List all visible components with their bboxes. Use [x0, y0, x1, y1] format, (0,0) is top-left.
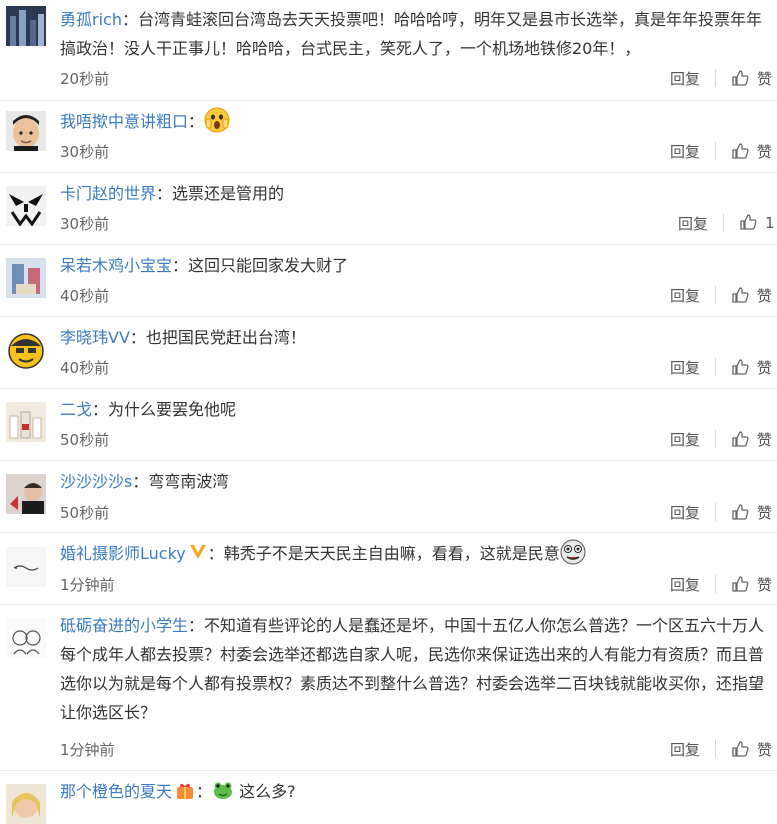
- divider: [723, 214, 724, 232]
- comment-text: 沙沙沙沙s：弯弯南波湾: [60, 472, 229, 491]
- divider: [715, 286, 716, 304]
- thumbs-up-icon: [732, 359, 749, 375]
- username-link[interactable]: 卡门赵的世界: [60, 184, 156, 203]
- avatar[interactable]: [6, 186, 46, 226]
- comment-text: 勇孤rich：台湾青蛙滚回台湾岛去天天投票吧！哈哈哈哼，明年又是县市长选举，真是…: [60, 10, 762, 58]
- reply-button[interactable]: 回复: [670, 141, 700, 162]
- divider: [715, 503, 716, 521]
- vip-v-badge: [189, 545, 206, 559]
- comment-text: 我唔揿中意讲粗口：: [60, 107, 771, 136]
- reply-button[interactable]: 回复: [670, 502, 700, 523]
- comment-item: 砥砺奋进的小学生：不知道有些评论的人是蠢还是坏，中国十五亿人你怎么普选？一个区五…: [0, 604, 777, 771]
- comment-body: 这么多?: [239, 782, 296, 801]
- reply-button[interactable]: 回复: [670, 68, 700, 89]
- comment-text: 婚礼摄影师Lucky ：韩秃子不是天天民主自由嘛，看看，这就是民意: [60, 539, 771, 568]
- gift-badge: [177, 783, 194, 799]
- frog-emoji: [214, 782, 233, 799]
- username-link[interactable]: 我唔揿中意讲粗口: [60, 112, 188, 131]
- username-link[interactable]: 二戈: [60, 400, 92, 419]
- like-button[interactable]: 赞: [731, 141, 772, 162]
- timestamp: 30秒前: [60, 215, 110, 233]
- divider: [715, 142, 716, 160]
- comment-body: 台湾青蛙滚回台湾岛去天天投票吧！哈哈哈哼，明年又是县市长选举，真是年年投票年年搞…: [60, 10, 762, 58]
- avatar[interactable]: [6, 618, 46, 658]
- thumbs-up-icon: [732, 504, 749, 520]
- like-button[interactable]: 赞: [731, 285, 772, 306]
- comment-body: 选票还是管用的: [172, 184, 285, 203]
- thumbs-up-icon: [732, 287, 749, 303]
- reply-button[interactable]: 回复: [678, 213, 708, 234]
- avatar[interactable]: [6, 111, 46, 151]
- avatar[interactable]: [6, 784, 46, 824]
- avatar[interactable]: [6, 547, 46, 587]
- username-link[interactable]: 那个橙色的夏天: [60, 782, 172, 801]
- avatar[interactable]: [6, 402, 46, 442]
- timestamp: 50秒前: [60, 431, 110, 449]
- thumbs-up-icon: [732, 741, 749, 757]
- comment-body: 韩秃子不是天天民主自由嘛，看看，这就是民意: [223, 544, 560, 563]
- comment-body: 为什么要罢免他呢: [108, 400, 237, 419]
- username-link[interactable]: 沙沙沙沙s: [60, 472, 132, 491]
- divider: [715, 740, 716, 758]
- reply-button[interactable]: 回复: [670, 574, 700, 595]
- like-button[interactable]: 赞: [731, 357, 772, 378]
- comment-text: 呆若木鸡小宝宝：这回只能回家发大财了: [60, 256, 349, 275]
- comment-text: 那个橙色的夏天： 这么多?: [60, 777, 771, 806]
- reply-button[interactable]: 回复: [670, 429, 700, 450]
- timestamp: 30秒前: [60, 143, 110, 161]
- avatar[interactable]: [6, 6, 46, 46]
- comment-text: 李晓玮VV：也把国民党赶出台湾！: [60, 328, 306, 347]
- avatar[interactable]: [6, 258, 46, 298]
- avatar[interactable]: [6, 474, 46, 514]
- like-button[interactable]: 赞: [731, 502, 772, 523]
- divider: [715, 430, 716, 448]
- comment-item: 李晓玮VV：也把国民党赶出台湾！ 40秒前 回复 赞: [0, 316, 777, 389]
- divider: [715, 69, 716, 87]
- comment-text: 二戈：为什么要罢免他呢: [60, 400, 237, 419]
- comment-item: 那个橙色的夏天： 这么多?: [0, 770, 777, 824]
- timestamp: 50秒前: [60, 504, 110, 522]
- thumbs-up-icon: [732, 70, 749, 86]
- divider: [715, 575, 716, 593]
- crazy-face-emoji: [560, 539, 586, 565]
- timestamp: 40秒前: [60, 287, 110, 305]
- username-link[interactable]: 呆若木鸡小宝宝: [60, 256, 172, 275]
- divider: [715, 358, 716, 376]
- thumbs-up-icon: [732, 431, 749, 447]
- comment-item: 沙沙沙沙s：弯弯南波湾 50秒前 回复 赞: [0, 460, 777, 533]
- timestamp: 1分钟前: [60, 576, 115, 594]
- avatar[interactable]: [6, 330, 46, 370]
- username-link[interactable]: 砥砺奋进的小学生: [60, 616, 188, 635]
- username-link[interactable]: 李晓玮VV: [60, 328, 130, 347]
- username-link[interactable]: 婚礼摄影师Lucky: [60, 544, 186, 563]
- reply-button[interactable]: 回复: [670, 285, 700, 306]
- like-button[interactable]: 赞: [731, 68, 772, 89]
- comment-item: 我唔揿中意讲粗口： 30秒前 回复 赞: [0, 100, 777, 173]
- like-button[interactable]: 赞: [731, 429, 772, 450]
- username-link[interactable]: 勇孤rich: [60, 10, 122, 29]
- comment-item: 呆若木鸡小宝宝：这回只能回家发大财了 40秒前 回复 赞: [0, 244, 777, 317]
- comment-text: 砥砺奋进的小学生：不知道有些评论的人是蠢还是坏，中国十五亿人你怎么普选？一个区五…: [60, 616, 765, 722]
- reply-button[interactable]: 回复: [670, 739, 700, 760]
- comment-item: 二戈：为什么要罢免他呢 50秒前 回复 赞: [0, 388, 777, 461]
- like-button[interactable]: 赞: [731, 739, 772, 760]
- timestamp: 40秒前: [60, 359, 110, 377]
- scared-face-emoji: [204, 107, 230, 133]
- comment-item: 卡门赵的世界：选票还是管用的 30秒前 回复 1: [0, 172, 777, 245]
- timestamp: 1分钟前: [60, 741, 115, 759]
- thumbs-up-icon: [732, 576, 749, 592]
- comment-text: 卡门赵的世界：选票还是管用的: [60, 184, 285, 203]
- comment-body: 也把国民党赶出台湾！: [145, 328, 306, 347]
- like-button[interactable]: 1: [739, 213, 775, 232]
- comment-body: 这回只能回家发大财了: [188, 256, 349, 275]
- comment-body: 弯弯南波湾: [148, 472, 229, 491]
- thumbs-up-icon: [740, 214, 757, 230]
- comment-item: 勇孤rich：台湾青蛙滚回台湾岛去天天投票吧！哈哈哈哼，明年又是县市长选举，真是…: [0, 0, 777, 101]
- reply-button[interactable]: 回复: [670, 357, 700, 378]
- like-button[interactable]: 赞: [731, 574, 772, 595]
- comment-item: 婚礼摄影师Lucky ：韩秃子不是天天民主自由嘛，看看，这就是民意 1分钟前 回复…: [0, 532, 777, 605]
- thumbs-up-icon: [732, 143, 749, 159]
- timestamp: 20秒前: [60, 70, 110, 88]
